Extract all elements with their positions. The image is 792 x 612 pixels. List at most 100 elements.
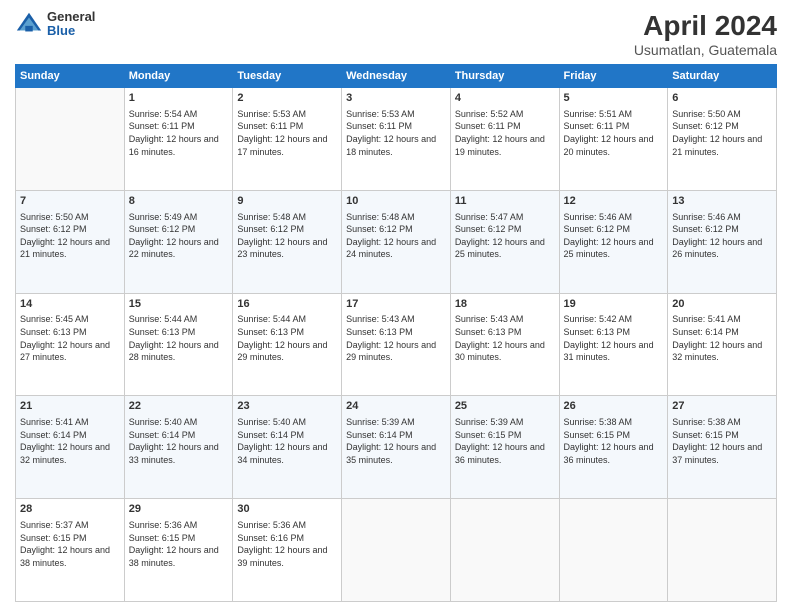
day-info: Sunrise: 5:48 AMSunset: 6:12 PMDaylight:… [346,211,446,261]
day-info: Sunrise: 5:42 AMSunset: 6:13 PMDaylight:… [564,313,664,363]
day-number: 30 [237,502,337,517]
calendar-cell: 6Sunrise: 5:50 AMSunset: 6:12 PMDaylight… [668,88,777,191]
calendar-cell: 14Sunrise: 5:45 AMSunset: 6:13 PMDayligh… [16,293,125,396]
day-number: 2 [237,91,337,106]
day-number: 8 [129,194,229,209]
day-number: 24 [346,399,446,414]
logo-general-text: General [47,10,95,24]
calendar-cell: 25Sunrise: 5:39 AMSunset: 6:15 PMDayligh… [450,396,559,499]
day-info: Sunrise: 5:36 AMSunset: 6:15 PMDaylight:… [129,519,229,569]
logo: General Blue [15,10,95,39]
day-info: Sunrise: 5:36 AMSunset: 6:16 PMDaylight:… [237,519,337,569]
day-number: 16 [237,297,337,312]
calendar-cell: 15Sunrise: 5:44 AMSunset: 6:13 PMDayligh… [124,293,233,396]
day-number: 10 [346,194,446,209]
day-number: 1 [129,91,229,106]
calendar-cell: 17Sunrise: 5:43 AMSunset: 6:13 PMDayligh… [342,293,451,396]
day-info: Sunrise: 5:50 AMSunset: 6:12 PMDaylight:… [672,108,772,158]
calendar-cell: 11Sunrise: 5:47 AMSunset: 6:12 PMDayligh… [450,190,559,293]
day-info: Sunrise: 5:38 AMSunset: 6:15 PMDaylight:… [564,416,664,466]
calendar-cell: 20Sunrise: 5:41 AMSunset: 6:14 PMDayligh… [668,293,777,396]
calendar-cell [668,499,777,602]
calendar-cell: 10 Sunrise: 5:48 AMSunset: 6:12 PMDayligh… [342,190,451,293]
calendar-row: 21 Sunrise: 5:41 AMSunset: 6:14 PMDayligh… [16,396,777,499]
day-number: 12 [564,194,664,209]
day-info: Sunrise: 5:45 AMSunset: 6:13 PMDaylight:… [20,313,120,363]
day-info: Sunrise: 5:54 AMSunset: 6:11 PMDaylight:… [129,108,229,158]
calendar-row: 28 Sunrise: 5:37 AMSunset: 6:15 PMDayligh… [16,499,777,602]
day-number: 13 [672,194,772,209]
calendar-cell: 1 Sunrise: 5:54 AMSunset: 6:11 PMDaylight… [124,88,233,191]
calendar-cell: 8 Sunrise: 5:49 AMSunset: 6:12 PMDaylight… [124,190,233,293]
logo-blue-text: Blue [47,24,95,38]
day-info: Sunrise: 5:39 AMSunset: 6:14 PMDaylight:… [346,416,446,466]
calendar-cell: 22 Sunrise: 5:40 AMSunset: 6:14 PMDayligh… [124,396,233,499]
title-block: April 2024 Usumatlan, Guatemala [634,10,777,58]
day-info: Sunrise: 5:44 AMSunset: 6:13 PMDaylight:… [237,313,337,363]
calendar-cell: 3 Sunrise: 5:53 AMSunset: 6:11 PMDaylight… [342,88,451,191]
day-number: 18 [455,297,555,312]
day-number: 17 [346,297,446,312]
day-info: Sunrise: 5:52 AMSunset: 6:11 PMDaylight:… [455,108,555,158]
calendar-cell: 2Sunrise: 5:53 AMSunset: 6:11 PMDaylight… [233,88,342,191]
calendar-cell [559,499,668,602]
calendar-cell: 4 Sunrise: 5:52 AMSunset: 6:11 PMDaylight… [450,88,559,191]
day-info: Sunrise: 5:50 AMSunset: 6:12 PMDaylight:… [20,211,120,261]
calendar-cell: 28 Sunrise: 5:37 AMSunset: 6:15 PMDayligh… [16,499,125,602]
calendar-cell: 29 Sunrise: 5:36 AMSunset: 6:15 PMDayligh… [124,499,233,602]
day-info: Sunrise: 5:51 AMSunset: 6:11 PMDaylight:… [564,108,664,158]
day-info: Sunrise: 5:38 AMSunset: 6:15 PMDaylight:… [672,416,772,466]
day-number: 26 [564,399,664,414]
calendar-cell: 7Sunrise: 5:50 AMSunset: 6:12 PMDaylight… [16,190,125,293]
calendar-row: 7Sunrise: 5:50 AMSunset: 6:12 PMDaylight… [16,190,777,293]
main-title: April 2024 [634,10,777,42]
page: General Blue April 2024 Usumatlan, Guate… [0,0,792,612]
calendar-row: 14Sunrise: 5:45 AMSunset: 6:13 PMDayligh… [16,293,777,396]
day-info: Sunrise: 5:47 AMSunset: 6:12 PMDaylight:… [455,211,555,261]
calendar-header-friday: Friday [559,65,668,88]
day-number: 3 [346,91,446,106]
day-number: 29 [129,502,229,517]
calendar-cell: 16Sunrise: 5:44 AMSunset: 6:13 PMDayligh… [233,293,342,396]
calendar-cell: 23Sunrise: 5:40 AMSunset: 6:14 PMDayligh… [233,396,342,499]
day-info: Sunrise: 5:40 AMSunset: 6:14 PMDaylight:… [129,416,229,466]
calendar-header-row: SundayMondayTuesdayWednesdayThursdayFrid… [16,65,777,88]
day-info: Sunrise: 5:43 AMSunset: 6:13 PMDaylight:… [455,313,555,363]
day-info: Sunrise: 5:41 AMSunset: 6:14 PMDaylight:… [20,416,120,466]
calendar-cell: 18Sunrise: 5:43 AMSunset: 6:13 PMDayligh… [450,293,559,396]
calendar-header-wednesday: Wednesday [342,65,451,88]
calendar-table: SundayMondayTuesdayWednesdayThursdayFrid… [15,64,777,602]
day-number: 27 [672,399,772,414]
calendar-cell: 21 Sunrise: 5:41 AMSunset: 6:14 PMDayligh… [16,396,125,499]
day-info: Sunrise: 5:48 AMSunset: 6:12 PMDaylight:… [237,211,337,261]
calendar-cell: 30 Sunrise: 5:36 AMSunset: 6:16 PMDayligh… [233,499,342,602]
day-number: 9 [237,194,337,209]
day-info: Sunrise: 5:53 AMSunset: 6:11 PMDaylight:… [346,108,446,158]
calendar-cell: 26 Sunrise: 5:38 AMSunset: 6:15 PMDayligh… [559,396,668,499]
calendar-cell: 12 Sunrise: 5:46 AMSunset: 6:12 PMDayligh… [559,190,668,293]
calendar-header-sunday: Sunday [16,65,125,88]
calendar-cell: 9 Sunrise: 5:48 AMSunset: 6:12 PMDaylight… [233,190,342,293]
day-info: Sunrise: 5:46 AMSunset: 6:12 PMDaylight:… [672,211,772,261]
day-number: 22 [129,399,229,414]
day-info: Sunrise: 5:46 AMSunset: 6:12 PMDaylight:… [564,211,664,261]
header: General Blue April 2024 Usumatlan, Guate… [15,10,777,58]
day-info: Sunrise: 5:41 AMSunset: 6:14 PMDaylight:… [672,313,772,363]
day-number: 28 [20,502,120,517]
calendar-header-saturday: Saturday [668,65,777,88]
subtitle: Usumatlan, Guatemala [634,42,777,58]
day-number: 21 [20,399,120,414]
day-info: Sunrise: 5:37 AMSunset: 6:15 PMDaylight:… [20,519,120,569]
day-number: 19 [564,297,664,312]
day-number: 25 [455,399,555,414]
calendar-cell: 24 Sunrise: 5:39 AMSunset: 6:14 PMDayligh… [342,396,451,499]
calendar-cell [342,499,451,602]
day-info: Sunrise: 5:43 AMSunset: 6:13 PMDaylight:… [346,313,446,363]
calendar-row: 1 Sunrise: 5:54 AMSunset: 6:11 PMDaylight… [16,88,777,191]
day-info: Sunrise: 5:49 AMSunset: 6:12 PMDaylight:… [129,211,229,261]
calendar-header-thursday: Thursday [450,65,559,88]
day-info: Sunrise: 5:40 AMSunset: 6:14 PMDaylight:… [237,416,337,466]
day-number: 15 [129,297,229,312]
day-number: 4 [455,91,555,106]
calendar-cell [450,499,559,602]
